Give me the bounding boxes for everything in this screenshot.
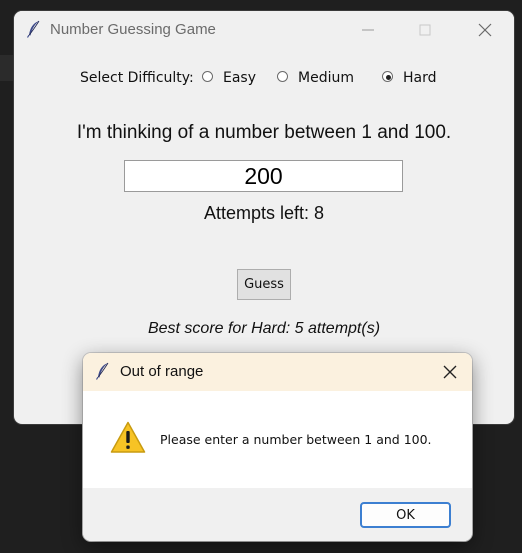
close-button[interactable]	[465, 17, 505, 43]
close-icon	[443, 365, 457, 379]
best-score: Best score for Hard: 5 attempt(s)	[147, 320, 381, 337]
ok-button[interactable]: OK	[360, 502, 451, 528]
background-taskbar-fragment	[0, 55, 14, 81]
radio-circle-icon[interactable]	[202, 71, 213, 82]
close-icon	[478, 23, 492, 37]
radio-medium-label[interactable]: Medium	[298, 70, 354, 86]
game-prompt: I'm thinking of a number between 1 and 1…	[76, 122, 452, 143]
dialog-footer: OK	[83, 488, 472, 541]
maximize-button[interactable]	[405, 17, 445, 43]
attempts-left: Attempts left: 8	[203, 203, 325, 223]
radio-selected-icon[interactable]	[382, 71, 393, 82]
radio-dot	[386, 75, 391, 80]
guess-input[interactable]	[124, 160, 403, 192]
main-titlebar[interactable]: Number Guessing Game	[14, 11, 514, 49]
window-title: Number Guessing Game	[50, 21, 216, 38]
feather-icon	[26, 20, 42, 38]
feather-icon	[95, 362, 111, 380]
dialog-body: Please enter a number between 1 and 100.	[83, 391, 472, 488]
warning-icon	[110, 421, 146, 454]
out-of-range-dialog: Out of range Please enter a number betwe…	[83, 353, 472, 541]
radio-circle-icon[interactable]	[277, 71, 288, 82]
radio-hard-label[interactable]: Hard	[403, 70, 437, 86]
minimize-button[interactable]	[348, 17, 388, 43]
dialog-title: Out of range	[120, 363, 204, 380]
maximize-icon	[419, 24, 431, 36]
dialog-message: Please enter a number between 1 and 100.	[160, 432, 432, 447]
difficulty-label: Select Difficulty:	[80, 70, 194, 86]
radio-easy-label[interactable]: Easy	[223, 70, 256, 86]
dialog-titlebar[interactable]: Out of range	[83, 353, 472, 391]
guess-button[interactable]: Guess	[237, 269, 291, 300]
minimize-icon	[362, 29, 374, 31]
difficulty-selector: Select Difficulty: Easy Medium Hard	[80, 68, 460, 88]
dialog-close-button[interactable]	[435, 359, 465, 385]
